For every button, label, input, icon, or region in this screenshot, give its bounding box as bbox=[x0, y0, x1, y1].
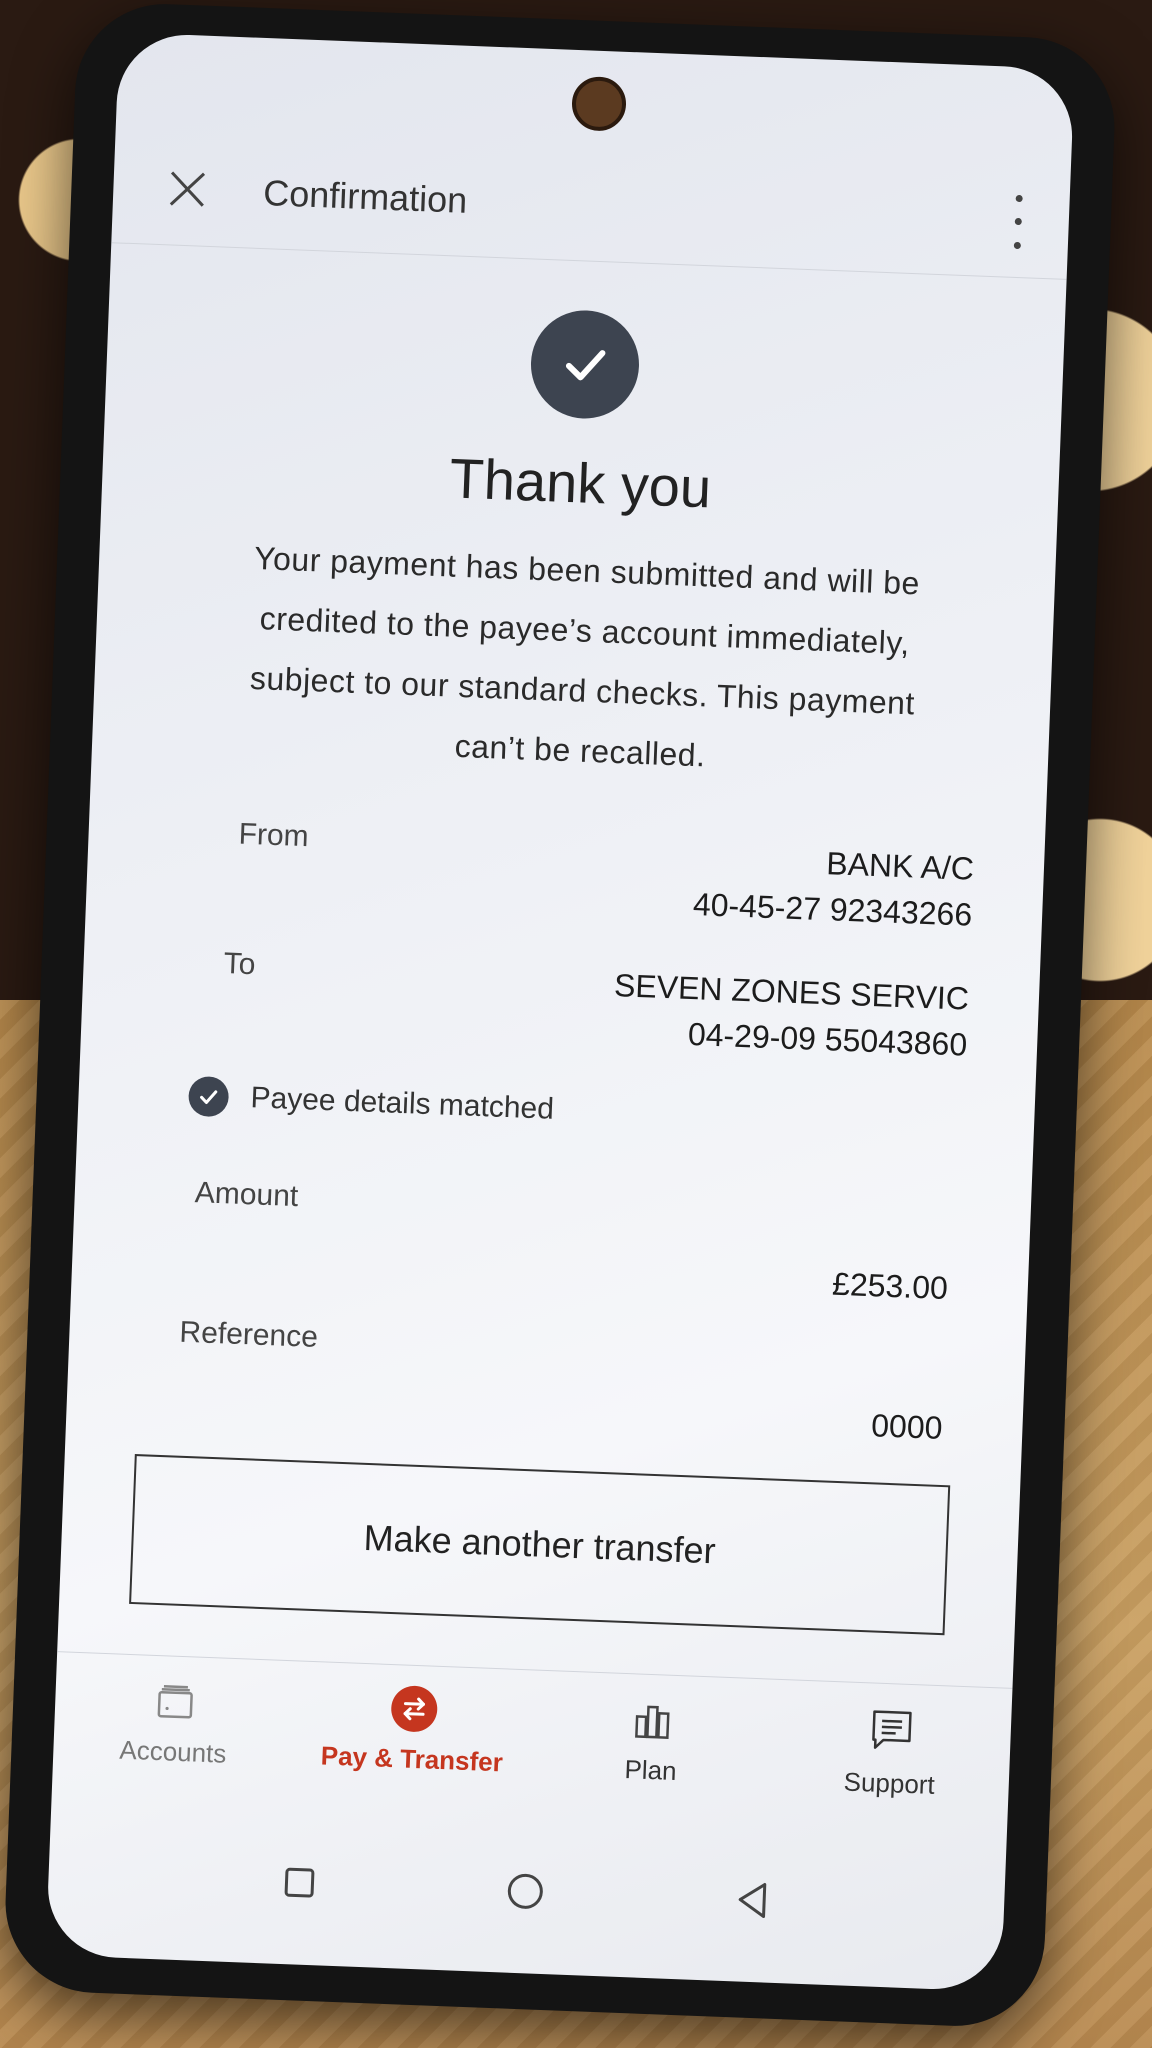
nav-pay-transfer[interactable]: Pay & Transfer bbox=[311, 1662, 515, 1779]
bar-chart-icon bbox=[634, 1705, 670, 1739]
transfer-icon bbox=[389, 1685, 438, 1733]
payee-match-status: Payee details matched bbox=[187, 1075, 555, 1130]
nav-accounts-label: Accounts bbox=[118, 1734, 227, 1769]
wallet-icon bbox=[157, 1685, 193, 1719]
page-title: Confirmation bbox=[262, 172, 469, 221]
from-label: From bbox=[238, 817, 310, 854]
status-bar bbox=[117, 32, 1075, 132]
triangle-back-icon bbox=[738, 1882, 766, 1918]
phone-device: Confirmation Thank you Your payment has … bbox=[2, 0, 1118, 2030]
system-navigation-bar bbox=[47, 1845, 1005, 1942]
nav-plan-label: Plan bbox=[623, 1754, 678, 1787]
nav-accounts[interactable]: Accounts bbox=[72, 1653, 276, 1772]
circle-icon bbox=[507, 1873, 543, 1909]
more-options-button[interactable] bbox=[1001, 186, 1034, 257]
recent-apps-button[interactable] bbox=[282, 1865, 317, 1905]
make-another-transfer-button[interactable]: Make another transfer bbox=[129, 1454, 951, 1636]
nav-plan[interactable]: Plan bbox=[550, 1671, 754, 1790]
reference-label: Reference bbox=[178, 1315, 319, 1354]
more-dot-icon bbox=[1013, 241, 1021, 249]
thank-you-heading: Thank you bbox=[448, 446, 713, 520]
to-label: To bbox=[223, 947, 257, 982]
more-dot-icon bbox=[1014, 218, 1022, 226]
chat-icon bbox=[871, 1710, 912, 1749]
amount-label: Amount bbox=[194, 1176, 299, 1214]
nav-support-label: Support bbox=[843, 1766, 936, 1800]
close-icon bbox=[169, 171, 206, 207]
to-details: SEVEN ZONES SERVIC 04-29-09 55043860 bbox=[611, 962, 969, 1068]
nav-support[interactable]: Support bbox=[789, 1680, 993, 1803]
back-button[interactable] bbox=[733, 1879, 771, 1925]
square-icon bbox=[284, 1867, 315, 1898]
reference-value: 0000 bbox=[870, 1407, 944, 1446]
from-details: BANK A/C 40-45-27 92343266 bbox=[692, 835, 975, 938]
payee-match-text: Payee details matched bbox=[249, 1081, 555, 1126]
from-account-number: 40-45-27 92343266 bbox=[692, 886, 973, 933]
home-button[interactable] bbox=[504, 1870, 546, 1917]
success-check-icon bbox=[528, 308, 642, 421]
app-header: Confirmation bbox=[111, 132, 1071, 280]
front-camera bbox=[570, 75, 628, 132]
check-circle-icon bbox=[187, 1075, 230, 1118]
bottom-navigation: Accounts Pay & Transfer Plan Support bbox=[51, 1651, 1013, 1849]
close-button[interactable] bbox=[160, 162, 214, 216]
amount-value: £253.00 bbox=[831, 1265, 949, 1307]
phone-screen: Confirmation Thank you Your payment has … bbox=[45, 32, 1075, 1992]
nav-pay-transfer-label: Pay & Transfer bbox=[320, 1740, 504, 1778]
more-dot-icon bbox=[1015, 195, 1023, 203]
confirmation-message: Your payment has been submitted and will… bbox=[249, 539, 921, 774]
